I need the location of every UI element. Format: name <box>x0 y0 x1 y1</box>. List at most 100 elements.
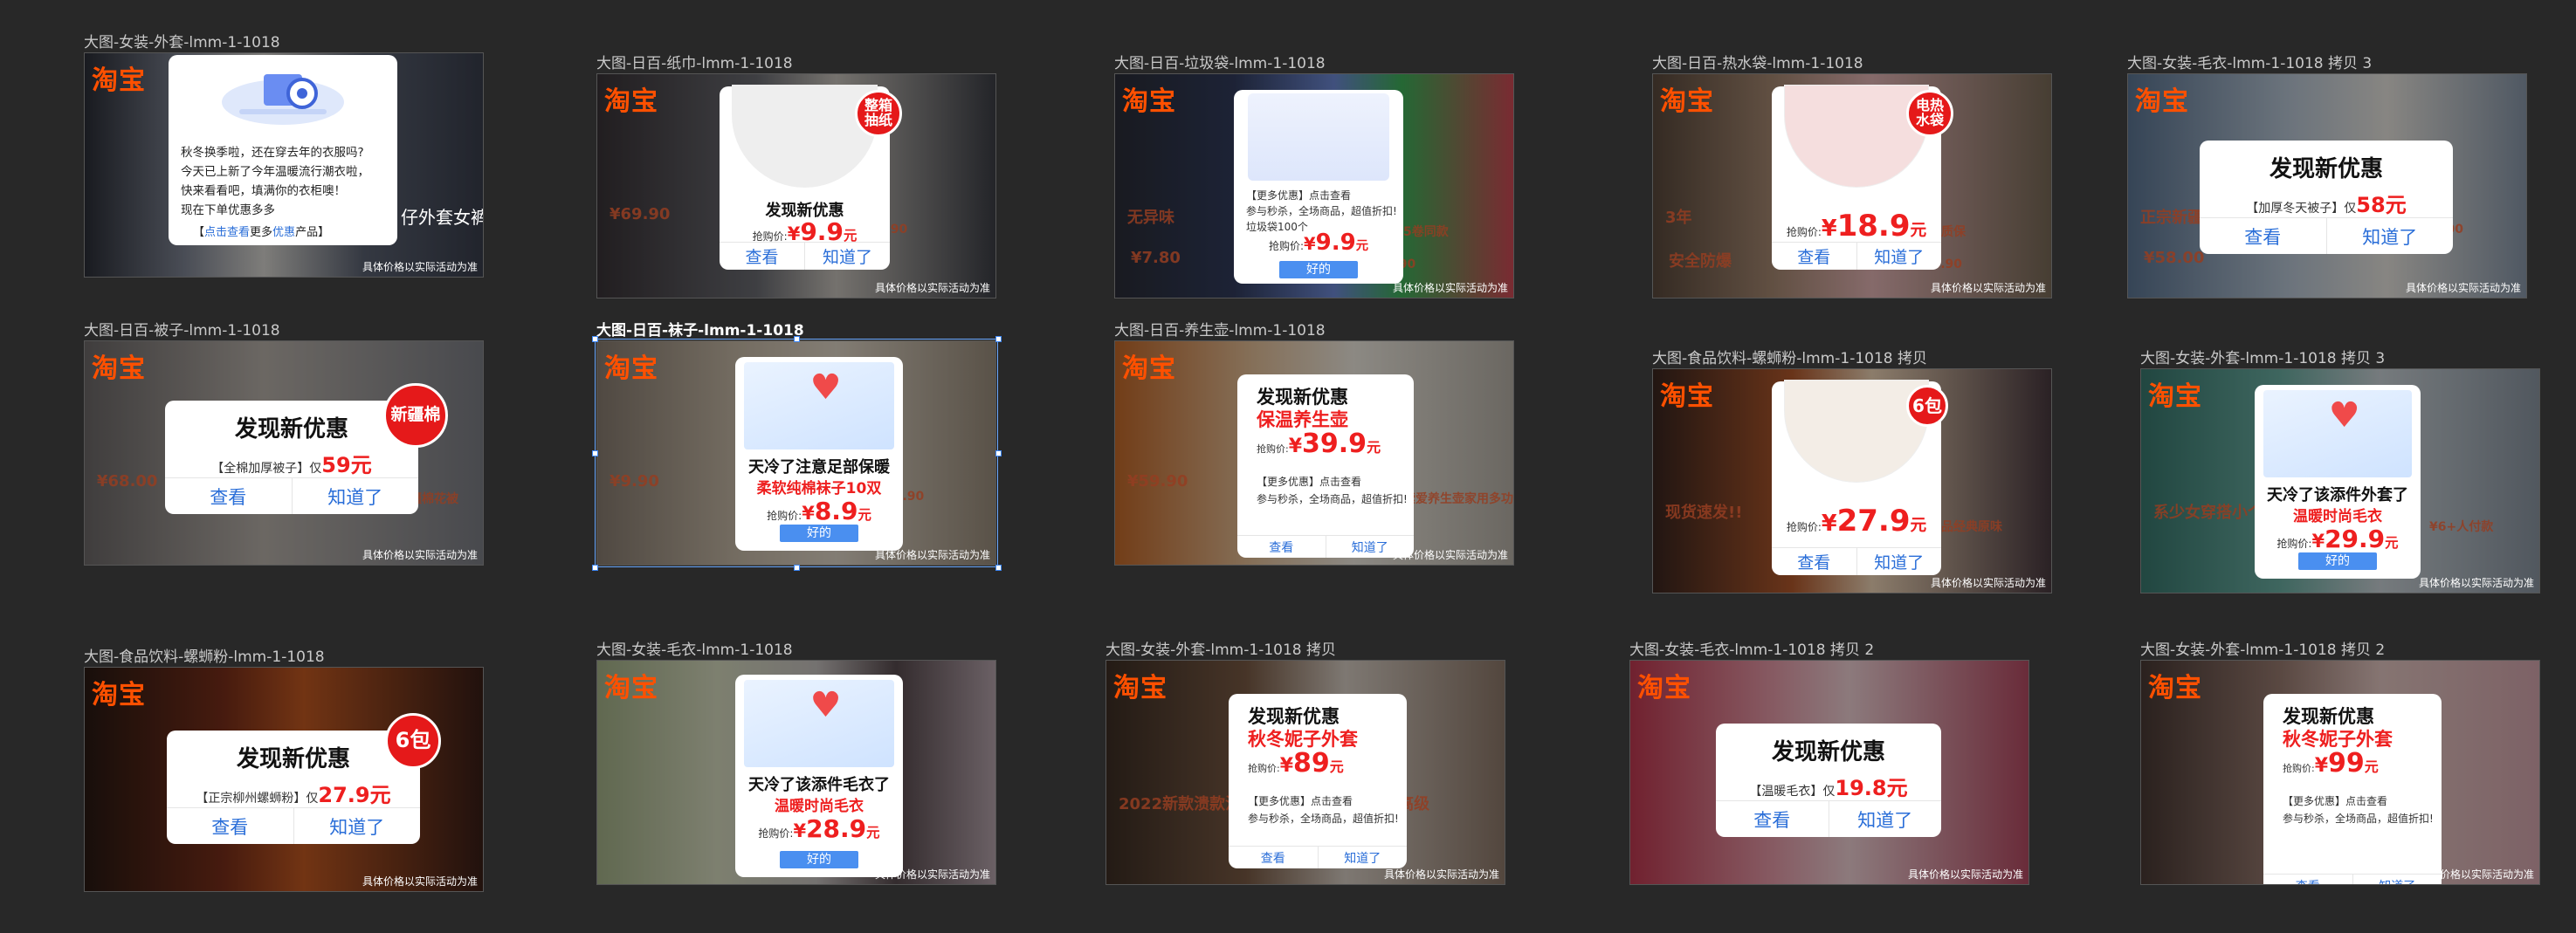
background-caption: 仔外套女裤 <box>401 207 484 228</box>
artboard[interactable]: 大图-女装-毛衣-lmm-1-1018 拷贝 2 淘宝 具体价格以实际活动为准 发现新… <box>1629 641 2029 885</box>
artboard-label[interactable]: 大图-日百-养生壶-lmm-1-1018 <box>1114 318 1326 340</box>
resize-handle[interactable] <box>995 565 1002 571</box>
resize-handle[interactable] <box>995 450 1002 456</box>
resize-handle[interactable] <box>995 336 1002 342</box>
dismiss-button[interactable]: 知道了 <box>293 478 419 514</box>
artboard-label[interactable]: 大图-日百-纸巾-lmm-1-1018 <box>596 51 793 72</box>
artboard[interactable]: 大图-日百-袜子-lmm-1-1018 ¥9.90 ¥8.90 淘宝 具体价格以实际活动… <box>592 322 1002 571</box>
price-disclaimer: 具体价格以实际活动为准 <box>362 261 478 273</box>
resize-handle[interactable] <box>592 565 598 571</box>
artboard-label[interactable]: 大图-日百-袜子-lmm-1-1018 <box>596 318 804 340</box>
price-row: 抢购价:¥9.9元 <box>1234 230 1403 256</box>
link-part: 更多 <box>250 226 273 239</box>
dismiss-button[interactable]: 知道了 <box>1857 548 1942 575</box>
artboard-label[interactable]: 大图-女装-外套-lmm-1-1018 拷贝 2 <box>2140 637 2385 659</box>
artboard-label[interactable]: 大图-日百-被子-lmm-1-1018 <box>84 318 280 340</box>
artboard-label[interactable]: 大图-女装-外套-lmm-1-1018 <box>84 30 280 51</box>
artboard[interactable]: 大图-食品饮料-螺蛳粉-lmm-1-1018 拷贝 现货速发!! 品经典原味 淘宝 具体… <box>1652 350 2052 593</box>
currency-symbol: ¥ <box>2311 531 2325 552</box>
ok-button[interactable]: 好的 <box>1279 261 1358 278</box>
dismiss-button[interactable]: 知道了 <box>294 808 421 844</box>
view-button[interactable]: 查看 <box>720 243 805 270</box>
resize-handle[interactable] <box>592 336 598 342</box>
artboard-label[interactable]: 大图-食品饮料-螺蛳粉-lmm-1-1018 拷贝 <box>1652 346 1927 367</box>
dismiss-button[interactable]: 知道了 <box>1857 243 1942 270</box>
message-line: 【更多优惠】点击查看 <box>2283 795 2388 807</box>
resize-handle[interactable] <box>592 450 598 456</box>
artboard-label[interactable]: 大图-日百-热水袋-lmm-1-1018 <box>1652 51 1863 72</box>
price-label: 抢购价: <box>1248 763 1280 774</box>
promo-popup: 发现新优惠 保温养生壶 抢购价:¥39.9元 【更多优惠】点击查看 参与秒杀，全场商品，… <box>1237 374 1414 558</box>
artboard[interactable]: 大图-日百-热水袋-lmm-1-10183年质保安全防爆¥38.90淘宝具体价格… <box>1652 55 2052 298</box>
sub-row: 【加厚冬天被子】仅58元 <box>2200 188 2453 218</box>
artboard[interactable]: 大图-日百-垃圾袋-lmm-1-1018无异味5卷同款¥7.80¥9.90淘宝具… <box>1114 55 1514 298</box>
taobao-logo: 淘宝 <box>92 680 146 710</box>
more-link[interactable]: 【点击查看更多优惠产品】 <box>193 223 329 239</box>
view-button[interactable]: 查看 <box>1772 243 1857 270</box>
view-button[interactable]: 查看 <box>165 478 293 514</box>
dismiss-button[interactable]: 知道了 <box>805 243 890 270</box>
artboard-label[interactable]: 大图-女装-外套-lmm-1-1018 拷贝 3 <box>2140 346 2385 367</box>
dialog-buttons: 查看知道了 <box>1772 547 1941 575</box>
artboard[interactable]: 大图-女装-毛衣-lmm-1-1018 淘宝 具体价格以实际活动为准 ♥ 天冷了该添件毛… <box>596 641 996 885</box>
dismiss-button[interactable]: 知道了 <box>1319 847 1408 868</box>
artboard[interactable]: 大图-日百-被子-lmm-1-1018¥68.00正宗新疆棉花被淘宝具体价格以实… <box>84 322 484 566</box>
artboard[interactable]: 大图-女装-外套-lmm-1-1018 拷贝 2 淘宝 具体价格以实际活动为准 发现新… <box>2140 641 2540 885</box>
heart-icon: ♥ <box>2328 395 2360 436</box>
promo-illustration: ♥ <box>744 680 894 767</box>
message-line: 参与秒杀，全场商品，超值折扣! <box>1257 493 1408 505</box>
price-row: 抢购价:¥39.9元 <box>1257 429 1414 459</box>
resize-handle[interactable] <box>794 565 800 571</box>
promo-popup: 秋冬换季啦，还在穿去年的衣服吗? 今天已上新了今年温暖流行潮衣啦， 快来看看吧，填满… <box>169 55 397 245</box>
selection-box <box>592 336 1002 571</box>
artboard-label[interactable]: 大图-日百-垃圾袋-lmm-1-1018 <box>1114 51 1326 72</box>
ok-button[interactable]: 好的 <box>2298 552 2377 570</box>
view-button[interactable]: 查看 <box>1229 847 1319 868</box>
artboard-frame: ¥68.00正宗新疆棉花被淘宝具体价格以实际活动为准发现新优惠【全棉加厚被子】仅… <box>84 340 484 566</box>
dialog-buttons: 查看知道了 <box>720 242 890 270</box>
ok-button[interactable]: 好的 <box>780 851 858 868</box>
artboard-label[interactable]: 大图-女装-外套-lmm-1-1018 拷贝 <box>1105 637 1336 659</box>
artboard[interactable]: 大图-日百-养生壶-lmm-1-1018¥59.90索爱养生壶家用多功能煮茶器办… <box>1114 322 1514 566</box>
price-unit: 元 <box>1910 517 1927 535</box>
artboard-label[interactable]: 大图-女装-毛衣-lmm-1-1018 <box>596 637 793 659</box>
view-button[interactable]: 查看 <box>2200 218 2327 254</box>
view-button[interactable]: 查看 <box>1772 548 1857 575</box>
dialog-buttons: 查看知道了 <box>1229 846 1407 868</box>
sub-price: 59元 <box>321 453 372 477</box>
artboard[interactable]: 大图-女装-外套-lmm-1-1018 拷贝 3 系少女穿搭小个 ¥6+人付款 淘宝具… <box>2140 350 2540 593</box>
price-row: 抢购价:¥28.9元 <box>735 814 903 843</box>
price-disclaimer: 具体价格以实际活动为准 <box>2418 577 2534 589</box>
dismiss-button[interactable]: 知道了 <box>2353 875 2442 885</box>
promo-illustration <box>1248 93 1389 181</box>
message-line: 快来看看吧，填满你的衣柜噢！ <box>181 184 346 198</box>
resize-handle[interactable] <box>794 336 800 342</box>
artboard[interactable]: 大图-食品饮料-螺蛳粉-lmm-1-1018 淘宝 具体价格以实际活动为准 发现新优惠… <box>84 648 484 892</box>
view-button[interactable]: 查看 <box>167 808 294 844</box>
artboard[interactable]: 大图-女装-外套-lmm-1-1018 拷贝2022新款溃款法式高领毛呢外套女秋… <box>1105 641 1505 885</box>
artboard-label[interactable]: 大图-食品饮料-螺蛳粉-lmm-1-1018 <box>84 644 325 666</box>
view-button[interactable]: 查看 <box>2263 875 2353 884</box>
sub-row: 【正宗柳州螺蛳粉】仅27.9元 <box>167 778 420 808</box>
artboard[interactable]: 大图-女装-毛衣-lmm-1-1018 拷贝 3正宗新疆棉花被¥69.00¥58… <box>2127 55 2527 298</box>
dismiss-button[interactable]: 知道了 <box>2327 218 2454 254</box>
artboard-label[interactable]: 大图-女装-毛衣-lmm-1-1018 拷贝 2 <box>1629 637 1874 659</box>
artboard-label[interactable]: 大图-女装-毛衣-lmm-1-1018 拷贝 3 <box>2127 51 2372 72</box>
message-line: 现在下单优惠多多 <box>181 203 275 217</box>
artboard-frame: 淘宝 具体价格以实际活动为准 ♥ 天冷了该添件毛衣了 温暖时尚毛衣 抢购价:¥28.9元好… <box>596 660 996 885</box>
taobao-logo: 淘宝 <box>604 673 658 703</box>
view-button[interactable]: 查看 <box>1716 801 1829 837</box>
promo-popup: 发现新优惠 【温暖毛衣】仅19.8元 查看 知道了 <box>1716 724 1941 837</box>
dismiss-button[interactable]: 知道了 <box>1829 801 1942 837</box>
currency-symbol: ¥ <box>1304 234 1316 254</box>
price-label: 抢购价: <box>2276 538 2312 550</box>
taobao-logo: 淘宝 <box>1660 86 1714 117</box>
price-unit: 元 <box>1910 222 1927 240</box>
dismiss-button[interactable]: 知道了 <box>1326 536 1415 558</box>
message-line: 秋冬换季啦，还在穿去年的衣服吗? <box>181 146 364 160</box>
artboard[interactable]: 大图-女装-外套-lmm-1-1018 淘宝 具体价格以实际活动为准 秋冬换季啦，还在… <box>84 34 484 278</box>
view-button[interactable]: 查看 <box>1237 536 1326 558</box>
artboard[interactable]: 大图-日百-纸巾-lmm-1-1018 ¥69.90 -90 淘宝 具体价格以实际活动为… <box>596 55 996 298</box>
link-part: 产品】 <box>295 226 330 239</box>
message-line: 【更多优惠】点击查看 <box>1248 795 1353 807</box>
